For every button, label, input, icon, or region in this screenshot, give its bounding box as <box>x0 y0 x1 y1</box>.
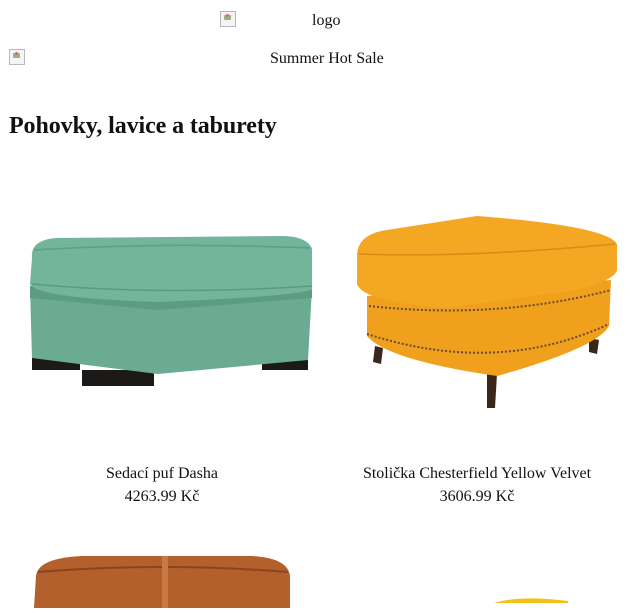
stool-leg <box>487 374 497 408</box>
logo-area[interactable]: logo <box>0 10 640 34</box>
product-info: Sedací puf Dasha 4263.99 Kč <box>2 462 322 508</box>
ottoman-leg <box>82 370 154 386</box>
logo-image-icon <box>220 11 236 27</box>
product-image-chesterfield[interactable] <box>327 198 627 428</box>
yellow-item-top <box>494 598 568 603</box>
stool-leg <box>373 346 383 364</box>
product-name[interactable]: Stolička Chesterfield Yellow Velvet <box>317 462 637 485</box>
green-ottoman-image <box>30 236 314 386</box>
product-card[interactable]: Sedací puf Dasha 4263.99 Kč <box>2 198 322 505</box>
yellow-item-image[interactable] <box>490 593 570 603</box>
product-card[interactable] <box>490 590 570 608</box>
product-name[interactable]: Sedací puf Dasha <box>2 462 322 485</box>
brown-leather-pouf-image[interactable] <box>22 548 302 608</box>
product-info: Stolička Chesterfield Yellow Velvet 3606… <box>317 462 637 508</box>
product-image-dasha[interactable] <box>12 198 314 428</box>
promo-banner[interactable]: Summer Hot Sale <box>0 48 640 72</box>
logo-alt-text: logo <box>312 12 341 29</box>
pouf-strap <box>162 556 168 608</box>
product-card[interactable] <box>22 548 302 613</box>
banner-image-icon <box>9 49 25 65</box>
product-price: 3606.99 Kč <box>439 488 515 505</box>
product-card[interactable]: Stolička Chesterfield Yellow Velvet 3606… <box>317 198 637 505</box>
product-price: 4263.99 Kč <box>124 488 200 505</box>
banner-alt-text: Summer Hot Sale <box>270 50 384 67</box>
orange-chesterfield-stool-image <box>357 216 617 408</box>
page-title: Pohovky, lavice a taburety <box>9 113 277 139</box>
